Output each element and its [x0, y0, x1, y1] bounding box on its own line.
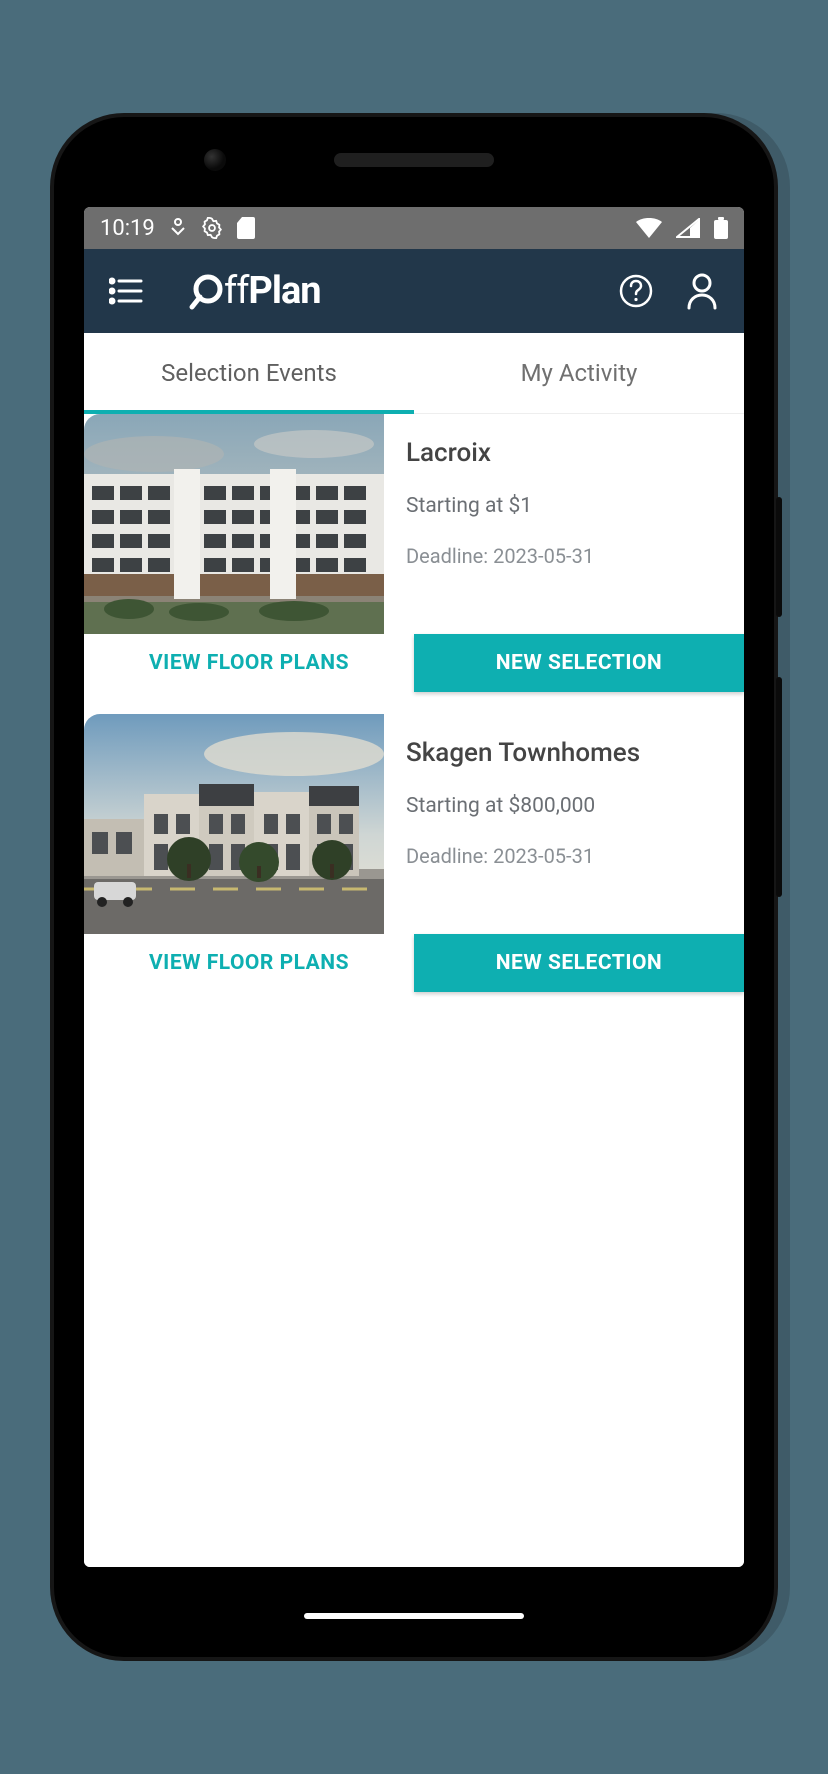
sdcard-icon — [237, 217, 255, 239]
new-selection-button[interactable]: NEW SELECTION — [414, 934, 744, 992]
app-logo: ffPlan — [188, 269, 321, 313]
phone-side-button — [776, 677, 782, 897]
listing-thumbnail[interactable] — [84, 714, 384, 934]
battery-icon — [714, 217, 728, 239]
phone-speaker — [334, 153, 494, 167]
menu-icon[interactable] — [102, 267, 150, 315]
tab-my-activity[interactable]: My Activity — [414, 333, 744, 413]
wifi-icon — [636, 218, 662, 238]
listing-scroll[interactable]: Lacroix Starting at $1 Deadline: 2023-05… — [84, 414, 744, 1567]
priority-icon — [169, 217, 187, 239]
listing-deadline: Deadline: 2023-05-31 — [406, 544, 722, 568]
listing-price: Starting at $800,000 — [406, 794, 722, 818]
listing-price: Starting at $1 — [406, 494, 722, 518]
signal-icon — [676, 218, 700, 238]
listing-deadline: Deadline: 2023-05-31 — [406, 844, 722, 868]
help-icon[interactable] — [612, 267, 660, 315]
tab-label: My Activity — [521, 359, 638, 387]
screen: 10:19 — [84, 207, 744, 1567]
profile-icon[interactable] — [678, 267, 726, 315]
phone-side-button — [776, 497, 782, 617]
home-indicator — [304, 1613, 524, 1619]
status-time: 10:19 — [100, 216, 155, 241]
view-floor-plans-button[interactable]: VIEW FLOOR PLANS — [84, 934, 414, 992]
tabs: Selection Events My Activity — [84, 333, 744, 414]
listing-thumbnail[interactable] — [84, 414, 384, 634]
phone-camera — [204, 149, 226, 171]
listing-title: Lacroix — [406, 438, 722, 468]
tab-label: Selection Events — [161, 359, 337, 387]
listing-card: Skagen Townhomes Starting at $800,000 De… — [84, 714, 744, 992]
listing-card: Lacroix Starting at $1 Deadline: 2023-05… — [84, 414, 744, 692]
phone-frame: 10:19 — [54, 117, 774, 1657]
tab-selection-events[interactable]: Selection Events — [84, 333, 414, 413]
listing-title: Skagen Townhomes — [406, 738, 722, 768]
status-bar: 10:19 — [84, 207, 744, 249]
view-floor-plans-button[interactable]: VIEW FLOOR PLANS — [84, 634, 414, 692]
gear-icon — [201, 217, 223, 239]
new-selection-button[interactable]: NEW SELECTION — [414, 634, 744, 692]
app-bar: ffPlan — [84, 249, 744, 333]
